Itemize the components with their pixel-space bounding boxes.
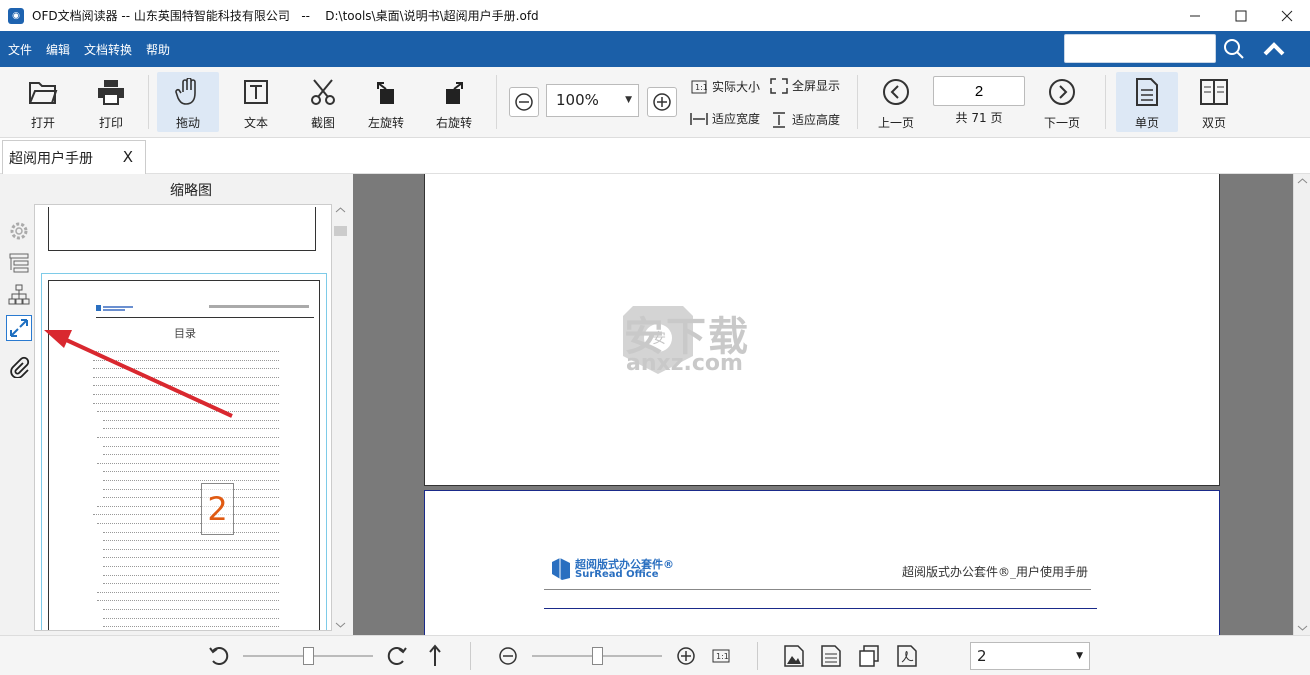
zoom-slider-thumb[interactable]: [592, 647, 603, 665]
rotation-slider-thumb[interactable]: [303, 647, 314, 665]
header-rule-blue: [544, 608, 1097, 609]
document-page-1: [424, 174, 1220, 486]
actual-size-icon[interactable]: 1:1: [709, 644, 733, 668]
rotate-cw-icon[interactable]: [385, 644, 409, 668]
document-page-2: [424, 490, 1220, 635]
rotate-ccw-icon[interactable]: [207, 644, 231, 668]
chevron-down-icon: ▼: [1076, 651, 1083, 661]
zoom-out-icon[interactable]: [496, 644, 520, 668]
header-rule-grey: [544, 589, 1091, 590]
divider: [470, 642, 471, 670]
arrow-up-icon[interactable]: [423, 644, 447, 668]
copy-pages-icon[interactable]: [857, 644, 881, 668]
scroll-up-icon: [1297, 178, 1308, 184]
pdf-export-icon[interactable]: [895, 644, 919, 668]
page-select-value: 2: [977, 647, 987, 665]
page-select-dropdown[interactable]: 2 ▼: [970, 642, 1090, 670]
page-header-title: 超阅版式办公套件®_用户使用手册: [902, 565, 1089, 579]
document-scrollbar[interactable]: [1293, 174, 1310, 635]
text-export-icon[interactable]: [819, 644, 843, 668]
watermark-subtext: anxz.com: [626, 351, 743, 376]
zoom-in-icon[interactable]: [674, 644, 698, 668]
scroll-down-icon: [1297, 625, 1308, 631]
logo-text-en: SurRead Office: [575, 569, 659, 580]
image-export-icon[interactable]: [782, 644, 806, 668]
svg-text:1:1: 1:1: [716, 652, 729, 661]
status-bar: 1:1 2 ▼: [0, 635, 1310, 675]
surread-logo-icon: [552, 558, 570, 580]
divider: [757, 642, 758, 670]
